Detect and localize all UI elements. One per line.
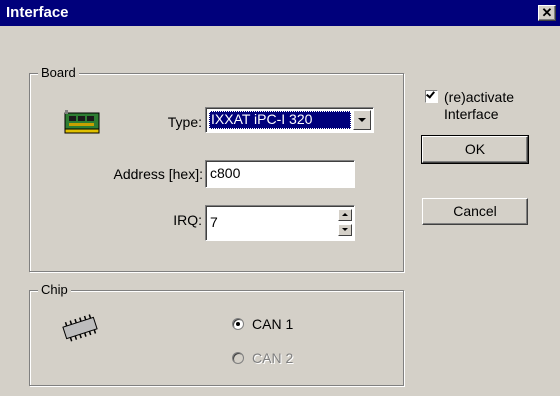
- cancel-button-label: Cancel: [453, 203, 497, 219]
- type-label: Type:: [167, 114, 202, 130]
- board-card-icon: [64, 110, 100, 134]
- ok-button[interactable]: OK: [421, 135, 529, 164]
- window-title: Interface: [6, 4, 69, 21]
- spin-up-icon: [342, 213, 348, 216]
- type-selected-value: IXXAT iPC-I 320: [209, 111, 351, 129]
- reactivate-label-line1[interactable]: (re)activate: [444, 89, 514, 105]
- close-icon: ✕: [541, 5, 553, 20]
- title-bar[interactable]: Interface ✕: [0, 0, 560, 26]
- address-label: Address [hex]:: [113, 166, 204, 182]
- close-button[interactable]: ✕: [538, 5, 556, 21]
- irq-spin-up[interactable]: [338, 209, 352, 221]
- chip-group-label: Chip: [38, 282, 71, 298]
- cancel-button[interactable]: Cancel: [422, 198, 528, 225]
- irq-value: 7: [210, 214, 218, 230]
- can2-radio: [232, 352, 244, 364]
- address-value: c800: [210, 165, 241, 181]
- reactivate-checkbox[interactable]: [425, 89, 438, 103]
- interface-dialog: Interface ✕ Board Type: IXXAT iPC-I 320 …: [0, 0, 560, 396]
- can2-label: CAN 2: [252, 350, 294, 366]
- ok-button-label: OK: [464, 141, 486, 157]
- can1-label[interactable]: CAN 1: [252, 316, 293, 332]
- spin-down-icon: [342, 228, 348, 231]
- irq-spin-down[interactable]: [338, 224, 352, 236]
- type-dropdown-button[interactable]: [353, 110, 371, 130]
- chevron-down-icon: [358, 118, 366, 122]
- reactivate-label-line2[interactable]: Interface: [444, 106, 498, 122]
- board-group-label: Board: [38, 65, 79, 81]
- check-icon: [426, 89, 435, 99]
- radio-selected-dot: [236, 322, 240, 326]
- chip-icon: [62, 314, 98, 342]
- can1-radio[interactable]: [232, 318, 244, 330]
- irq-label: IRQ:: [173, 212, 202, 228]
- type-combobox[interactable]: IXXAT iPC-I 320: [205, 107, 374, 133]
- irq-field[interactable]: 7: [205, 205, 355, 241]
- address-field[interactable]: c800: [205, 160, 355, 188]
